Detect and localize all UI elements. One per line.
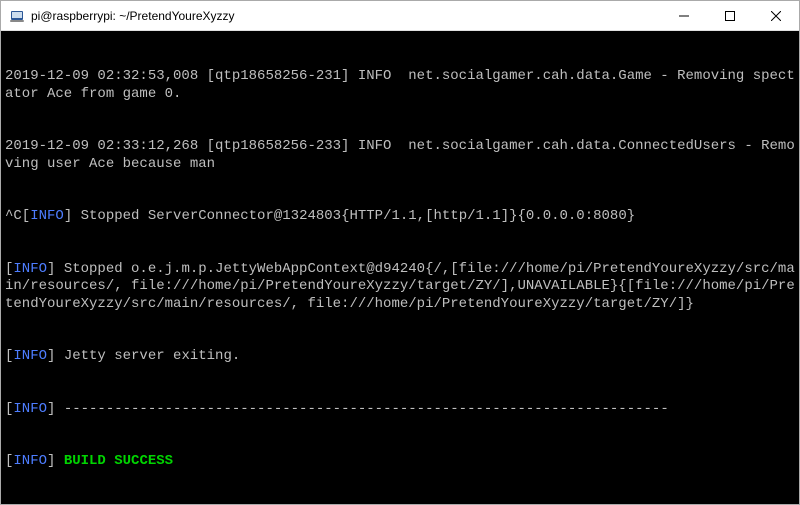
maximize-button[interactable] (707, 1, 753, 30)
log-line: 2019-12-09 02:32:53,008 [qtp18658256-231… (5, 68, 795, 103)
log-line: [INFO] Jetty server exiting. (5, 348, 795, 366)
minimize-button[interactable] (661, 1, 707, 30)
log-line: [INFO] Stopped o.e.j.m.p.JettyWebAppCont… (5, 261, 795, 314)
log-line: ^C[INFO] Stopped ServerConnector@1324803… (5, 208, 795, 226)
window-controls (661, 1, 799, 30)
close-button[interactable] (753, 1, 799, 30)
log-line: 2019-12-09 02:33:12,268 [qtp18658256-233… (5, 138, 795, 173)
putty-window: pi@raspberrypi: ~/PretendYoureXyzzy 2019… (0, 0, 800, 505)
log-line: [INFO] BUILD SUCCESS (5, 453, 795, 471)
log-line: [INFO] ---------------------------------… (5, 401, 795, 419)
window-title: pi@raspberrypi: ~/PretendYoureXyzzy (31, 9, 661, 23)
terminal-area[interactable]: 2019-12-09 02:32:53,008 [qtp18658256-231… (1, 31, 799, 504)
titlebar[interactable]: pi@raspberrypi: ~/PretendYoureXyzzy (1, 1, 799, 31)
putty-icon (9, 8, 25, 24)
